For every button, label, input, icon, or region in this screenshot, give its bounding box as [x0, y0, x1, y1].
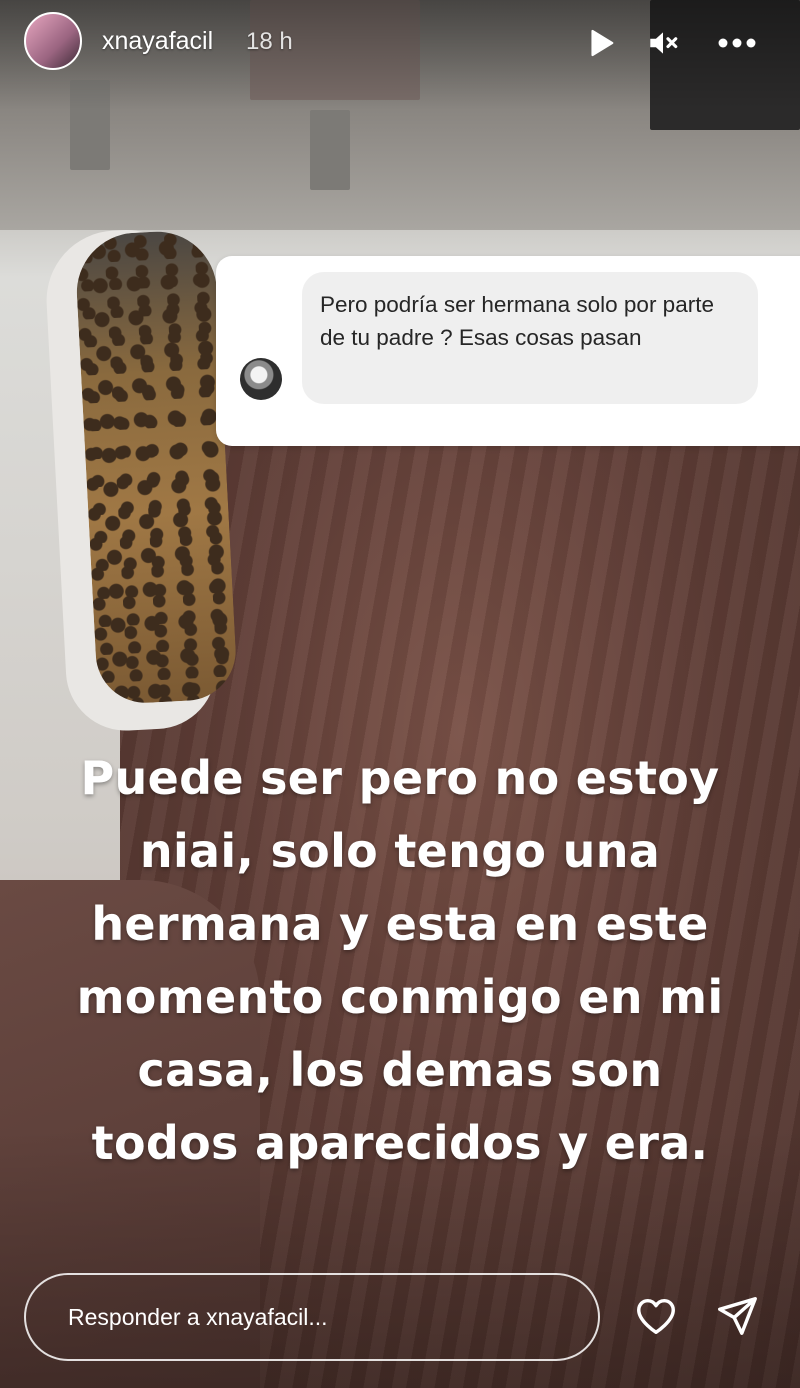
caption-line: todos aparecidos y era.	[91, 1116, 709, 1170]
timestamp: 18 h	[246, 28, 293, 55]
send-icon[interactable]	[714, 1293, 760, 1339]
story-caption: Puede ser pero no estoy niai, solo tengo…	[40, 742, 760, 1180]
caption-line: niai, solo tengo una	[139, 824, 661, 878]
heart-icon[interactable]	[633, 1293, 679, 1339]
avatar[interactable]	[24, 12, 82, 70]
play-icon[interactable]	[584, 26, 618, 60]
reply-input[interactable]	[24, 1273, 600, 1361]
story-header: xnayafacil 18 h	[0, 0, 800, 88]
mute-icon[interactable]	[646, 26, 680, 60]
leopard-shoe	[73, 228, 239, 706]
caption-line: Puede ser pero no estoy	[80, 751, 720, 805]
caption-line: momento conmigo en mi	[76, 970, 724, 1024]
username[interactable]: xnayafacil	[102, 27, 213, 56]
shelf-leg	[310, 110, 350, 190]
question-author-avatar	[240, 358, 282, 400]
caption-line: hermana y esta en este	[91, 897, 709, 951]
question-bubble: Pero podría ser hermana solo por parte d…	[302, 272, 758, 404]
caption-line: casa, los demas son	[137, 1043, 663, 1097]
question-sticker[interactable]: Pero podría ser hermana solo por parte d…	[216, 256, 800, 446]
more-options-icon[interactable]	[716, 26, 758, 60]
